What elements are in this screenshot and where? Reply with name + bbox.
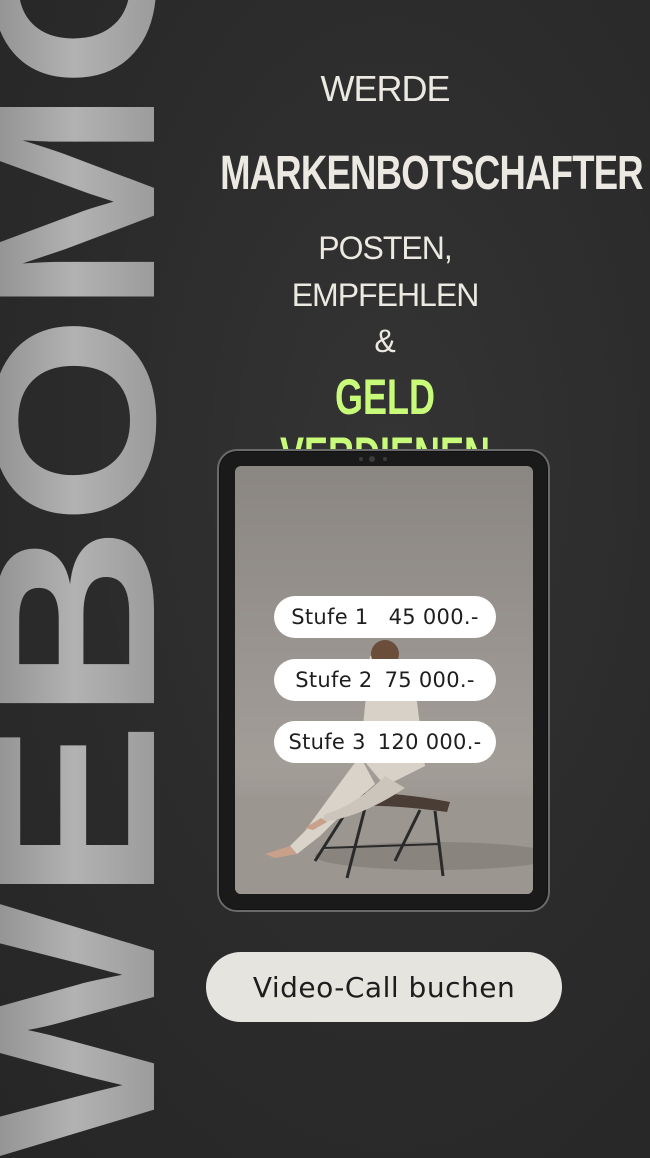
tier-3-label: Stufe 3 [288,730,366,754]
vertical-brand-text: WEBOMO [0,0,204,1158]
tier-1-pill: Stufe 1 45 000.- [274,596,496,638]
tablet-camera [359,456,395,462]
tier-2-pill: Stufe 2 75 000.- [274,659,496,701]
tier-1-price: 45 000.- [388,605,479,629]
brand-wordmark: WEBOMO [0,0,204,1158]
tier-1-label: Stufe 1 [291,605,369,629]
tier-3-price: 120 000.- [377,730,482,754]
headline-ampersand: & [374,323,396,359]
tier-2-price: 75 000.- [384,668,475,692]
headline-werde: WERDE [320,68,451,109]
headline-posten: POSTEN, [318,230,452,266]
headline-empfehlen: EMPFEHLEN [291,277,480,313]
tier-2-label: Stufe 2 [295,668,373,692]
video-call-button[interactable]: Video-Call buchen [206,952,562,1022]
headline-markenbotschafter: MARKENBOTSCHAFTER [220,147,644,200]
tier-3-pill: Stufe 3 120 000.- [274,721,496,763]
